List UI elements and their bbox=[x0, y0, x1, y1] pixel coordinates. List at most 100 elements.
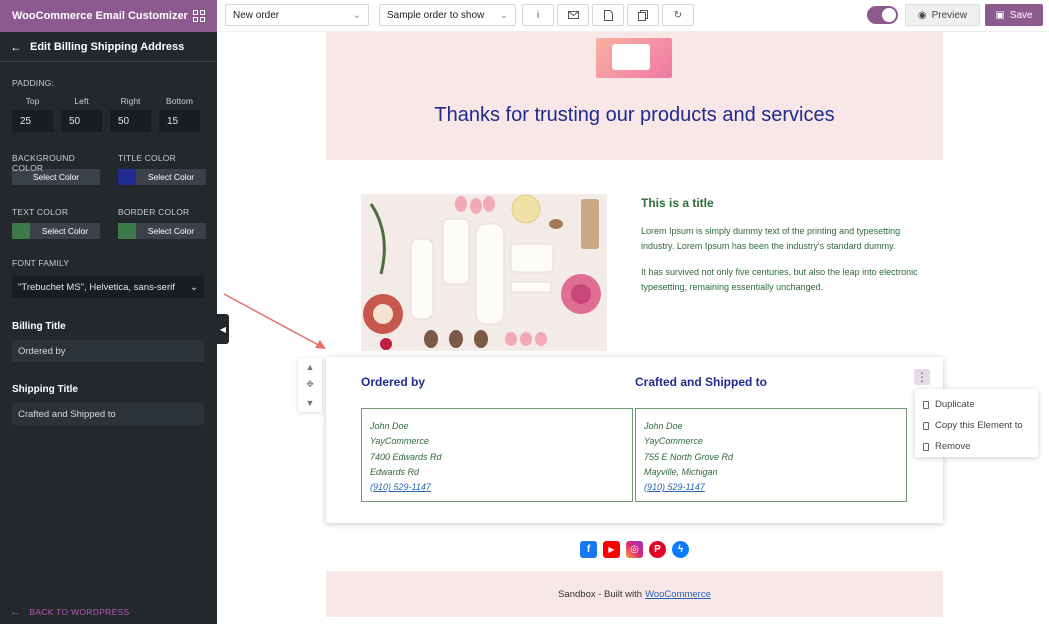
shipping-title-group: Shipping Title Crafted and Shipped to bbox=[12, 384, 204, 425]
product-paragraph-1: Lorem Ipsum is simply dummy text of the … bbox=[641, 226, 901, 251]
copy-icon[interactable] bbox=[627, 4, 659, 26]
menu-item-remove[interactable]: Remove bbox=[915, 436, 1038, 457]
chevron-down-icon: ⌄ bbox=[352, 9, 361, 21]
text-color-label: TEXT COLOR bbox=[12, 207, 69, 217]
hero-title: Thanks for trusting our products and ser… bbox=[434, 104, 835, 126]
shipping-heading: Crafted and Shipped to bbox=[635, 375, 767, 389]
document-icon[interactable] bbox=[592, 4, 624, 26]
preview-button[interactable]: ◉ Preview bbox=[905, 4, 980, 26]
border-color-button-label: Select Color bbox=[147, 226, 195, 236]
border-color-group: BORDER COLOR Select Color bbox=[118, 207, 206, 239]
font-family-value: "Trebuchet MS", Helvetica, sans-serif bbox=[18, 281, 175, 293]
shipping-address-2: Mayville, Michigan bbox=[644, 466, 718, 477]
background-color-button-label: Select Color bbox=[32, 172, 80, 182]
email-hero[interactable]: Thanks for trusting our products and ser… bbox=[326, 32, 943, 160]
padding-bottom-input[interactable]: 15 bbox=[159, 110, 200, 132]
billing-title-group: Billing Title Ordered by bbox=[12, 321, 204, 362]
email-footer[interactable]: Sandbox - Built with WooCommerce bbox=[326, 571, 943, 617]
back-arrow-icon: ← bbox=[10, 606, 22, 618]
copy-icon bbox=[923, 421, 929, 430]
sidebar: WooCommerce Email Customizer ← Edit Bill… bbox=[0, 0, 217, 624]
grid-icon[interactable] bbox=[193, 10, 205, 22]
sidebar-header: WooCommerce Email Customizer bbox=[0, 0, 217, 32]
toggle-switch[interactable] bbox=[867, 6, 898, 24]
billing-heading: Ordered by bbox=[361, 375, 426, 389]
save-icon: ▣ bbox=[995, 9, 1005, 21]
drag-handle-icon[interactable]: ✥ bbox=[306, 379, 314, 390]
element-mover[interactable]: ▲ ✥ ▼ bbox=[298, 358, 322, 412]
billing-address-2: Edwards Rd bbox=[370, 466, 420, 477]
social-icons: f ▶ ◎ P ϟ bbox=[580, 541, 689, 558]
menu-item-copy-to-label: Copy this Element to bbox=[935, 420, 1023, 431]
duplicate-icon bbox=[923, 400, 929, 409]
preview-label: Preview bbox=[931, 9, 968, 21]
menu-item-duplicate-label: Duplicate bbox=[935, 399, 975, 410]
padding-inputs: Top 25 Left 50 Right 50 Bottom 15 bbox=[12, 96, 200, 132]
billing-company: YayCommerce bbox=[370, 436, 429, 447]
menu-item-duplicate[interactable]: Duplicate bbox=[915, 394, 1038, 415]
padding-top-input[interactable]: 25 bbox=[12, 110, 53, 132]
pinterest-icon[interactable]: P bbox=[649, 541, 666, 558]
billing-phone-link[interactable]: (910) 529-1147 bbox=[370, 480, 624, 495]
padding-label: PADDING: bbox=[12, 78, 55, 88]
info-icon[interactable]: i bbox=[522, 4, 554, 26]
text-color-button-label: Select Color bbox=[41, 226, 89, 236]
product-title: This is a title bbox=[641, 196, 714, 210]
email-type-select[interactable]: New order ⌄ bbox=[225, 4, 369, 26]
title-color-group: TITLE COLOR Select Color bbox=[118, 153, 206, 185]
shipping-address-card: John Doe YayCommerce 755 E North Grove R… bbox=[635, 408, 907, 502]
back-to-wordpress-link[interactable]: ← BACK TO WORDPRESS bbox=[10, 606, 130, 618]
menu-item-copy-to[interactable]: Copy this Element to bbox=[915, 415, 1038, 436]
sample-order-select[interactable]: Sample order to show ⌄ bbox=[379, 4, 516, 26]
instagram-icon[interactable]: ◎ bbox=[626, 541, 643, 558]
annotation-arrow bbox=[223, 293, 326, 349]
text-color-group: TEXT COLOR Select Color bbox=[12, 207, 100, 239]
save-button[interactable]: ▣ Save bbox=[985, 4, 1043, 26]
shipping-title-label: Shipping Title bbox=[12, 384, 78, 395]
font-family-label: FONT FAMILY bbox=[12, 258, 70, 268]
billing-title-input[interactable]: Ordered by bbox=[12, 340, 204, 362]
background-color-button[interactable]: Select Color bbox=[12, 169, 100, 185]
facebook-icon[interactable]: f bbox=[580, 541, 597, 558]
font-family-group: FONT FAMILY "Trebuchet MS", Helvetica, s… bbox=[12, 258, 204, 298]
move-down-icon[interactable]: ▼ bbox=[306, 398, 315, 408]
refresh-icon[interactable]: ↻ bbox=[662, 4, 694, 26]
trash-icon bbox=[923, 442, 929, 451]
shipping-title-input[interactable]: Crafted and Shipped to bbox=[12, 403, 204, 425]
border-color-label: BORDER COLOR bbox=[118, 207, 190, 217]
chevron-down-icon: ⌄ bbox=[499, 9, 508, 21]
footer-text: Sandbox - Built with bbox=[558, 588, 643, 600]
back-to-wordpress-label: BACK TO WORDPRESS bbox=[29, 607, 130, 617]
padding-right-input[interactable]: 50 bbox=[110, 110, 151, 132]
background-color-group: BACKGROUND COLOR Select Color bbox=[12, 153, 100, 185]
shipping-company: YayCommerce bbox=[644, 436, 703, 447]
youtube-icon[interactable]: ▶ bbox=[603, 541, 620, 558]
save-label: Save bbox=[1009, 9, 1033, 21]
mail-icon[interactable] bbox=[557, 4, 589, 26]
border-color-swatch bbox=[118, 223, 136, 239]
shipping-phone-link[interactable]: (910) 529-1147 bbox=[644, 480, 898, 495]
more-options-icon[interactable]: ⋮ bbox=[914, 369, 930, 385]
billing-shipping-address-block[interactable]: Ordered by Crafted and Shipped to ⋮ John… bbox=[326, 357, 943, 523]
back-arrow-icon[interactable]: ← bbox=[10, 40, 22, 54]
eye-icon: ◉ bbox=[917, 9, 927, 21]
billing-address-1: 7400 Edwards Rd bbox=[370, 451, 442, 462]
move-up-icon[interactable]: ▲ bbox=[306, 362, 315, 372]
toolbar: New order ⌄ Sample order to show ⌄ i ↻ ◉… bbox=[217, 0, 1049, 32]
title-color-button[interactable]: Select Color bbox=[118, 169, 206, 185]
footer-woocommerce-link[interactable]: WooCommerce bbox=[645, 589, 711, 600]
border-color-button[interactable]: Select Color bbox=[118, 223, 206, 239]
hero-image bbox=[596, 38, 672, 78]
padding-right-label: Right bbox=[120, 96, 141, 106]
billing-name: John Doe bbox=[370, 421, 409, 431]
title-color-label: TITLE COLOR bbox=[118, 153, 176, 163]
product-text: This is a title Lorem Ipsum is simply du… bbox=[641, 194, 921, 294]
background-color-label: BACKGROUND COLOR bbox=[12, 153, 75, 173]
app-title: WooCommerce Email Customizer bbox=[12, 10, 188, 22]
text-color-button[interactable]: Select Color bbox=[12, 223, 100, 239]
product-paragraph-2: It has survived not only five centuries,… bbox=[641, 267, 918, 292]
padding-left-input[interactable]: 50 bbox=[61, 110, 102, 132]
font-family-select[interactable]: "Trebuchet MS", Helvetica, sans-serif ⌄ bbox=[12, 276, 204, 298]
shipping-address-1: 755 E North Grove Rd bbox=[644, 451, 734, 462]
messenger-icon[interactable]: ϟ bbox=[672, 541, 689, 558]
